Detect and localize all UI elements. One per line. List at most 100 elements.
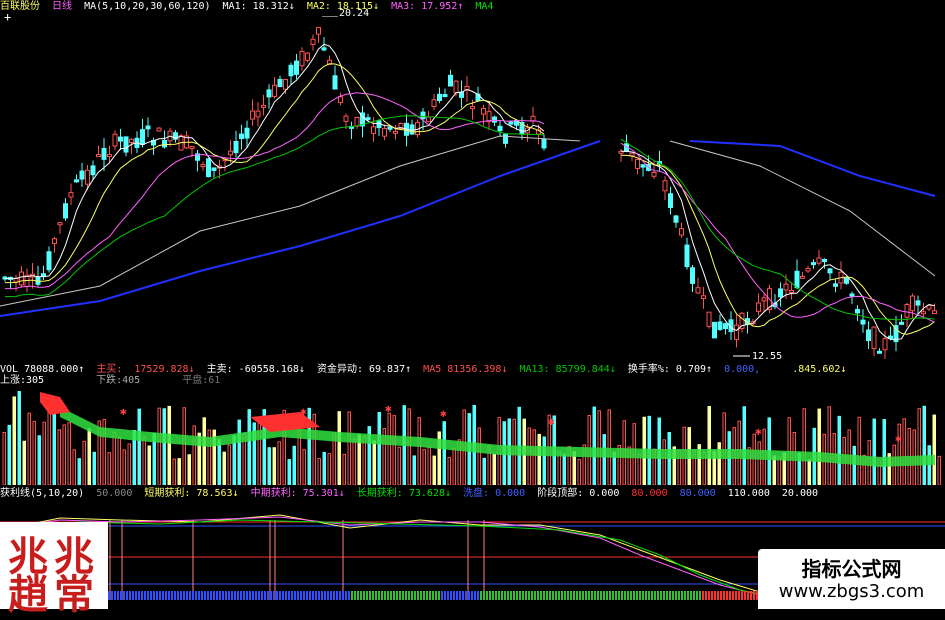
price-chart[interactable] xyxy=(0,16,945,359)
signal-strip-tick xyxy=(579,591,581,600)
signal-strip-tick xyxy=(120,591,122,600)
signal-strip-tick xyxy=(648,591,650,600)
signal-strip-tick xyxy=(330,591,332,600)
volume-bar xyxy=(327,453,331,485)
period-label: 日线 xyxy=(52,1,73,12)
value-20: 20.000 xyxy=(781,488,819,499)
signal-strip-tick xyxy=(189,591,191,600)
volume-bar xyxy=(22,440,26,485)
rise-count: 上涨:305 xyxy=(0,375,45,386)
signal-strip-tick xyxy=(222,591,224,600)
signal-star-icon: ✱ xyxy=(300,405,307,418)
candle-body xyxy=(794,270,800,289)
candle-body xyxy=(294,60,299,75)
short-profit: 短期获利: 78.563↓ xyxy=(144,488,239,499)
volume-bar xyxy=(122,449,126,485)
signal-strip-tick xyxy=(708,591,710,600)
candle-body xyxy=(85,169,90,185)
signal-strip-tick xyxy=(111,591,113,600)
signal-strip-tick xyxy=(372,591,374,600)
candle-body xyxy=(129,138,134,144)
signal-strip-tick xyxy=(270,591,272,600)
signal-strip-tick xyxy=(594,591,596,600)
signal-strip-tick xyxy=(495,591,497,600)
volume-ma-band-red xyxy=(40,392,70,415)
volume-bar xyxy=(292,445,296,485)
signal-strip-tick xyxy=(243,591,245,600)
candle-body xyxy=(866,329,871,341)
candle-body xyxy=(668,193,673,209)
signal-strip-tick xyxy=(624,591,626,600)
volume-bar xyxy=(592,406,596,485)
seal-char-3: 趙 xyxy=(8,571,48,618)
signal-strip-tick xyxy=(558,591,560,600)
signal-strip-tick xyxy=(543,591,545,600)
signal-strip-tick xyxy=(468,591,470,600)
signal-strip-tick xyxy=(552,591,554,600)
candle-body xyxy=(910,295,915,312)
candle-body xyxy=(261,104,266,108)
site-url: www.zbgs3.com xyxy=(778,581,925,602)
seal-stamp: 兆 兆 趙 常 xyxy=(6,528,102,618)
signal-strip-tick xyxy=(201,591,203,600)
candle-body xyxy=(426,116,431,123)
candle-body xyxy=(734,324,739,340)
signal-strip-tick xyxy=(477,591,479,600)
wash-value: 洗盘: 0.000 xyxy=(463,488,526,499)
candle-body xyxy=(200,164,206,168)
signal-strip-tick xyxy=(276,591,278,600)
site-title: 指标公式网 xyxy=(801,557,902,581)
volume-bar xyxy=(277,441,281,485)
volume-bar xyxy=(162,408,166,485)
signal-strip-tick xyxy=(186,591,188,600)
low-price-label: 12.55 xyxy=(752,351,783,362)
signal-strip-tick xyxy=(366,591,368,600)
ma1-value: MA1: 18.312↓ xyxy=(222,1,295,12)
volume-bar xyxy=(192,425,196,485)
volume-chart[interactable]: ✱ ✱ ✱ ✱ ✱ ✱ ✱ xyxy=(0,387,945,485)
volume-bar xyxy=(62,424,66,485)
candle-body xyxy=(877,350,882,354)
signal-strip-tick xyxy=(354,591,356,600)
signal-strip-tick xyxy=(480,591,482,600)
candle-body xyxy=(497,125,503,132)
signal-strip-tick xyxy=(570,591,572,600)
signal-strip-tick xyxy=(177,591,179,600)
signal-strip-tick xyxy=(174,591,176,600)
signal-strip-tick xyxy=(534,591,536,600)
signal-strip-tick xyxy=(411,591,413,600)
volume-bar xyxy=(77,458,81,485)
signal-strip-tick xyxy=(636,591,638,600)
signal-strip-tick xyxy=(513,591,515,600)
volume-bar xyxy=(802,408,806,485)
signal-strip-tick xyxy=(519,591,521,600)
volume-bar xyxy=(937,455,941,485)
candle-body xyxy=(904,304,910,318)
candle-body xyxy=(844,277,849,284)
volume-bar xyxy=(187,454,191,485)
candle-body xyxy=(827,268,833,274)
volume-bar xyxy=(477,427,481,485)
candle-body xyxy=(800,275,805,279)
ma4-value: MA4 xyxy=(475,1,494,12)
signal-strip-tick xyxy=(690,591,692,600)
candle-body xyxy=(695,287,701,294)
volume-bar xyxy=(902,418,906,485)
signal-strip-tick xyxy=(342,591,344,600)
signal-strip-tick xyxy=(213,591,215,600)
signal-strip-tick xyxy=(672,591,674,600)
signal-strip-tick xyxy=(714,591,716,600)
signal-strip-tick xyxy=(162,591,164,600)
candle-body xyxy=(272,84,277,97)
signal-strip-tick xyxy=(489,591,491,600)
signal-strip-tick xyxy=(606,591,608,600)
candle-body xyxy=(899,321,904,325)
signal-strip-tick xyxy=(108,591,110,600)
signal-strip-tick xyxy=(729,591,731,600)
volume-bar xyxy=(267,447,271,485)
candle-body xyxy=(932,310,937,315)
signal-strip-tick xyxy=(630,591,632,600)
candle-body xyxy=(96,154,101,158)
volume-bar xyxy=(2,431,6,485)
candle-body xyxy=(849,293,855,297)
